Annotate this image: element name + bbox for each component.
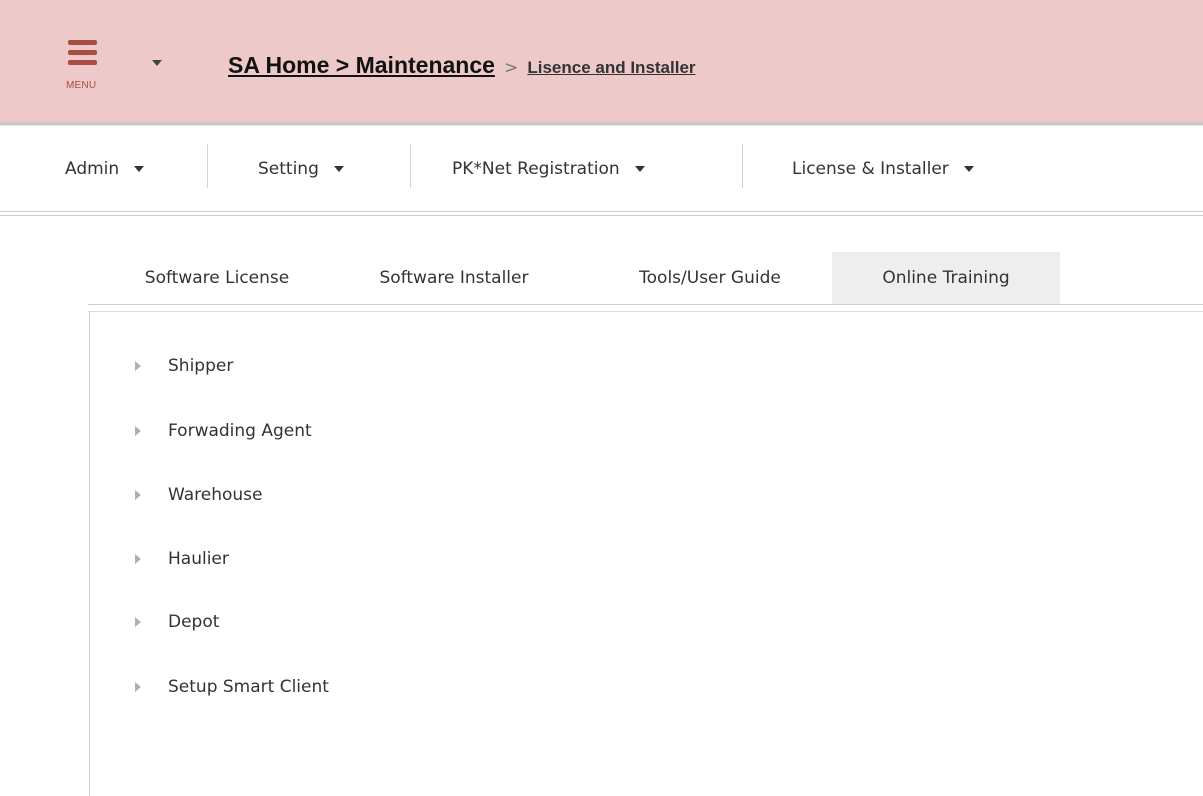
breadcrumb: SA Home > Maintenance > Lisence and Inst… <box>228 52 696 79</box>
nav-divider <box>742 144 743 188</box>
navbar-divider <box>0 215 1203 216</box>
navbar-divider <box>0 211 1203 212</box>
tree-item-haulier[interactable]: Haulier <box>134 539 229 579</box>
expand-arrow-icon[interactable] <box>134 425 142 437</box>
tab-content-left-border <box>89 311 90 796</box>
hamburger-icon-bar <box>68 60 97 65</box>
breadcrumb-separator: > <box>504 58 519 78</box>
nav-divider <box>410 144 411 188</box>
tab-content-top-border <box>88 311 1203 312</box>
nav-item-pknet-registration[interactable]: PK*Net Registration <box>452 156 646 182</box>
expand-arrow-icon[interactable] <box>134 553 142 565</box>
top-navbar: Admin Setting PK*Net Registration Licens… <box>0 126 1203 210</box>
tree-item-label: Warehouse <box>168 485 263 505</box>
tab-software-installer[interactable]: Software Installer <box>344 252 564 304</box>
tree-item-depot[interactable]: Depot <box>134 602 219 642</box>
tree-item-label: Setup Smart Client <box>168 677 329 697</box>
tab-software-license[interactable]: Software License <box>104 252 330 304</box>
tab-bar-divider <box>88 304 1203 305</box>
tab-label: Tools/User Guide <box>639 268 781 288</box>
caret-down-icon <box>333 166 344 172</box>
tree-item-label: Forwading Agent <box>168 421 312 441</box>
tree-item-label: Haulier <box>168 549 229 569</box>
tab-label: Online Training <box>882 268 1010 288</box>
tab-online-training[interactable]: Online Training <box>832 252 1060 304</box>
expand-arrow-icon[interactable] <box>134 489 142 501</box>
caret-down-icon <box>963 166 974 172</box>
tree-item-forwading-agent[interactable]: Forwading Agent <box>134 411 312 451</box>
page-header: MENU SA Home > Maintenance > Lisence and… <box>0 0 1203 122</box>
tree-item-shipper[interactable]: Shipper <box>134 346 233 386</box>
tab-tools-user-guide[interactable]: Tools/User Guide <box>590 252 830 304</box>
tree-item-setup-smart-client[interactable]: Setup Smart Client <box>134 667 329 707</box>
tree-item-warehouse[interactable]: Warehouse <box>134 475 262 515</box>
nav-item-label: PK*Net Registration <box>452 159 620 179</box>
tree-item-label: Shipper <box>168 356 234 376</box>
breadcrumb-home-link[interactable]: SA Home > Maintenance <box>228 52 495 78</box>
caret-down-icon <box>134 166 145 172</box>
expand-arrow-icon[interactable] <box>134 360 142 372</box>
expand-arrow-icon[interactable] <box>134 681 142 693</box>
nav-item-setting[interactable]: Setting <box>258 156 345 182</box>
nav-item-admin[interactable]: Admin <box>65 156 145 182</box>
menu-button[interactable]: MENU <box>66 40 116 94</box>
caret-down-icon <box>634 166 645 172</box>
nav-item-label: Admin <box>65 159 120 179</box>
nav-item-label: Setting <box>258 159 319 179</box>
caret-down-icon[interactable] <box>150 58 164 68</box>
hamburger-icon-bar <box>68 40 97 45</box>
tree-item-label: Depot <box>168 612 220 632</box>
nav-divider <box>207 144 208 188</box>
hamburger-icon-bar <box>68 50 97 55</box>
menu-label: MENU <box>66 80 97 91</box>
tab-label: Software License <box>144 268 290 288</box>
breadcrumb-current-link[interactable]: Lisence and Installer <box>527 58 695 77</box>
expand-arrow-icon[interactable] <box>134 616 142 628</box>
nav-item-license-installer[interactable]: License & Installer <box>792 156 975 182</box>
tab-label: Software Installer <box>379 268 529 288</box>
nav-item-label: License & Installer <box>792 159 949 179</box>
